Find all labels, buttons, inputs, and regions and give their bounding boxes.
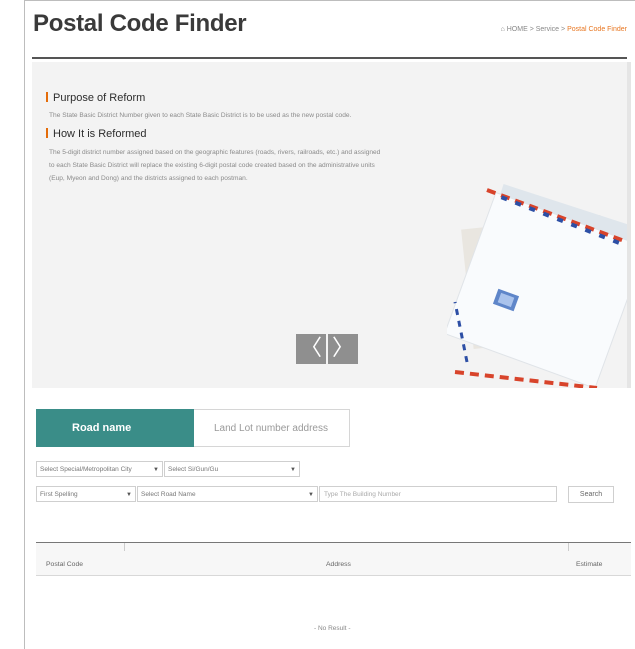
column-postal-code: Postal Code	[46, 561, 84, 568]
road-name-select[interactable]: Select Road Name ▼	[137, 486, 318, 502]
chevron-down-icon: ▼	[308, 492, 314, 498]
building-number-input[interactable]: Type The Building Number	[319, 486, 557, 502]
heading-marker	[46, 92, 48, 102]
banner-scrollbar[interactable]	[627, 62, 631, 388]
reform-text: The 5-digit district number assigned bas…	[49, 149, 381, 182]
envelope-illustration	[447, 184, 627, 388]
tab-road-name-address[interactable]: Road name address→	[36, 409, 194, 472]
search-button[interactable]: Search	[568, 486, 614, 503]
breadcrumb-home[interactable]: HOME	[507, 26, 528, 33]
heading-marker	[46, 128, 48, 138]
column-address: Address	[326, 561, 351, 568]
results-table-header: Postal Code Address Estimate	[36, 542, 631, 576]
purpose-heading: Purpose of Reform	[46, 92, 145, 104]
address-type-tabs: Road name address→ Land Lot number addre…	[36, 409, 350, 472]
breadcrumb-current: Postal Code Finder	[567, 26, 627, 33]
carousel-controls: 〈 〉	[296, 334, 358, 364]
carousel-next-button[interactable]: 〉	[328, 334, 358, 364]
breadcrumb-section[interactable]: Service	[536, 26, 559, 33]
chevron-down-icon: ▼	[153, 467, 159, 473]
city-select-value: Select Special/Metropolitan City	[40, 466, 132, 473]
breadcrumb: ⌂ HOME > Service > Postal Code Finder	[501, 26, 627, 33]
breadcrumb-separator: >	[529, 26, 534, 33]
home-icon: ⌂	[500, 26, 505, 33]
first-spelling-select[interactable]: First Spelling ▼	[36, 486, 136, 502]
tab-land-lot-address[interactable]: Land Lot number address	[194, 409, 350, 447]
reform-title: How It is Reformed	[53, 128, 147, 140]
district-select-value: Select Si/Gun/Gu	[168, 466, 219, 473]
purpose-text: The State Basic District Number given to…	[49, 112, 352, 119]
title-divider	[32, 57, 627, 59]
breadcrumb-separator: >	[561, 26, 566, 33]
carousel-prev-button[interactable]: 〈	[296, 334, 326, 364]
empty-results-message: - No Result -	[314, 625, 351, 632]
purpose-title: Purpose of Reform	[53, 92, 146, 104]
road-select-value: Select Road Name	[141, 491, 196, 498]
page-title: Postal Code Finder	[33, 10, 247, 37]
column-divider	[568, 543, 569, 551]
spelling-select-value: First Spelling	[40, 491, 78, 498]
column-divider	[124, 543, 125, 551]
info-banner: Purpose of Reform The State Basic Distri…	[32, 62, 627, 388]
city-select[interactable]: Select Special/Metropolitan City ▼	[36, 461, 163, 477]
chevron-down-icon: ▼	[290, 467, 296, 473]
chevron-down-icon: ▼	[126, 492, 132, 498]
reform-heading: How It is Reformed	[46, 128, 147, 140]
column-extra: Estimate	[576, 561, 603, 568]
district-select[interactable]: Select Si/Gun/Gu ▼	[164, 461, 300, 477]
